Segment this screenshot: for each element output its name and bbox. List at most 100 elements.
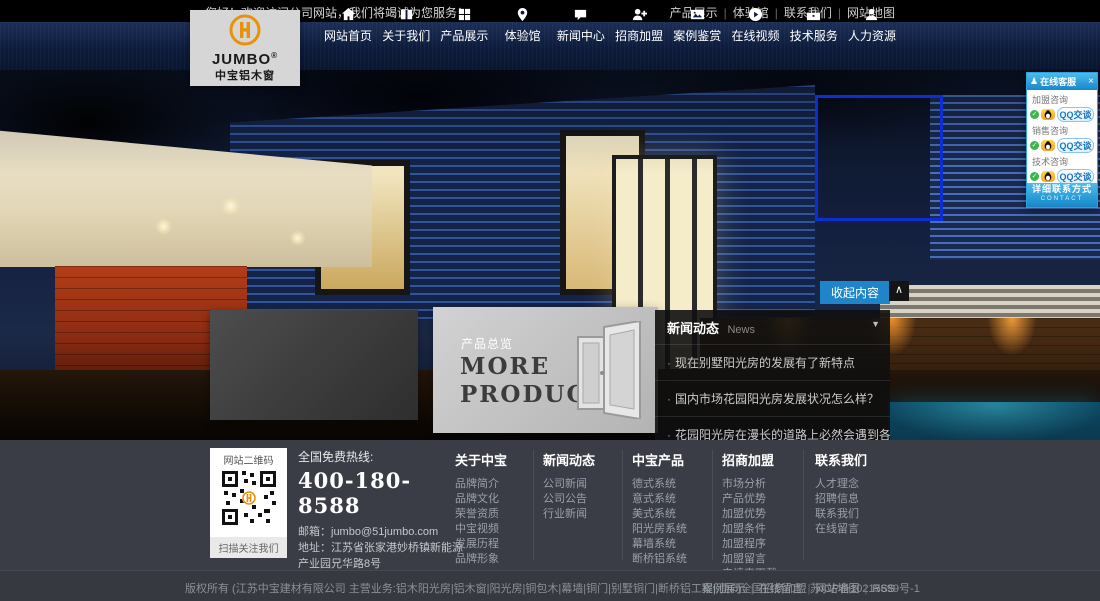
- product-card-tag: 产品总览: [461, 335, 513, 352]
- check-icon: ✓: [1030, 172, 1039, 181]
- check-icon: ✓: [1030, 141, 1039, 150]
- more-products-card[interactable]: 产品总览 MOREPRODUCTS: [433, 307, 658, 433]
- footer-column-products: 中宝产品 德式系统 意式系统 美式系统 阳光房系统 幕墙系统 断桥铝系统: [632, 450, 718, 567]
- footer-link[interactable]: 产品优势: [722, 492, 808, 507]
- footer-link[interactable]: 加盟留言: [722, 552, 808, 567]
- logo[interactable]: JUMBO® 中宝铝木窗: [190, 10, 300, 86]
- nav-item-about[interactable]: 关于我们: [378, 6, 434, 44]
- footer-link[interactable]: 在线留言: [815, 522, 901, 537]
- check-icon: ✓: [1030, 110, 1039, 119]
- qq-chat-row[interactable]: ✓ QQ交谈: [1030, 107, 1094, 122]
- separator: |: [808, 583, 811, 595]
- news-title: 新闻动态: [667, 321, 719, 336]
- footer-column-franchise: 招商加盟 市场分析 产品优势 加盟优势 加盟条件 加盟程序 加盟留言 申请表下载: [722, 450, 808, 582]
- footer-link[interactable]: 加盟程序: [722, 537, 808, 552]
- footer-link[interactable]: 品牌形象: [455, 552, 541, 567]
- footer-column-about: 关于中宝 品牌简介 品牌文化 荣誉资质 中宝视频 发展历程 品牌形象: [455, 450, 541, 567]
- footer-link[interactable]: 人才理念: [815, 477, 901, 492]
- online-service-panel: ♟ 在线客服 × 加盟咨询 ✓ QQ交谈 销售咨询 ✓ QQ交谈 技术咨询 ✓ …: [1026, 72, 1098, 208]
- qq-penguin-icon: [1041, 171, 1055, 182]
- qq-chat-row[interactable]: ✓ QQ交谈: [1030, 169, 1094, 184]
- bottom-link-message[interactable]: 在线留言: [759, 583, 803, 595]
- contact-detail-label: 详细联系方式: [1027, 183, 1097, 196]
- contact-detail-button[interactable]: 详细联系方式 CONTACT: [1027, 183, 1097, 207]
- nav-item-hr[interactable]: 人力资源: [844, 6, 900, 44]
- footer-link[interactable]: 断桥铝系统: [632, 552, 718, 567]
- logo-subtitle: 中宝铝木窗: [215, 67, 275, 83]
- qq-chat-button[interactable]: QQ交谈: [1057, 107, 1094, 122]
- product-promo-box[interactable]: [210, 310, 418, 420]
- footer-link[interactable]: 发展历程: [455, 537, 541, 552]
- bottom-links: 案例展示|在线留言|网站地图|RSS: [702, 580, 895, 596]
- news-item[interactable]: ·花园阳光房在漫长的道路上必然会遇到各种挑战: [655, 416, 890, 440]
- separator: |: [751, 583, 754, 595]
- footer-link[interactable]: 招聘信息: [815, 492, 901, 507]
- footer-link[interactable]: 意式系统: [632, 492, 718, 507]
- contact-detail-sub: CONTACT: [1027, 196, 1097, 203]
- logo-text: JUMBO®: [212, 48, 278, 67]
- nav-item-franchise[interactable]: 招商加盟: [611, 6, 667, 44]
- qr-caption: 扫描关注我们: [210, 537, 287, 558]
- footer-column-title: 新闻动态: [543, 450, 629, 469]
- footer-link[interactable]: 荣誉资质: [455, 507, 541, 522]
- service-group-label: 技术咨询: [1030, 154, 1094, 169]
- footer-link[interactable]: 公司公告: [543, 492, 629, 507]
- nav-item-tech[interactable]: 技术服务: [786, 6, 842, 44]
- close-icon[interactable]: ×: [1088, 77, 1094, 87]
- footer-link[interactable]: 加盟条件: [722, 522, 808, 537]
- bullet: ·: [667, 428, 671, 440]
- footer-link[interactable]: 市场分析: [722, 477, 808, 492]
- book-icon: [399, 6, 414, 22]
- service-body: 加盟咨询 ✓ QQ交谈 销售咨询 ✓ QQ交谈 技术咨询 ✓ QQ交谈: [1027, 90, 1097, 184]
- nav-item-home[interactable]: 网站首页: [320, 6, 376, 44]
- nav-item-experience[interactable]: 体验馆: [495, 6, 551, 44]
- nav-item-products[interactable]: 产品展示: [436, 6, 492, 44]
- news-item[interactable]: ·国内市场花园阳光房发展状况怎么样？: [655, 380, 890, 416]
- qq-chat-row[interactable]: ✓ QQ交谈: [1030, 138, 1094, 153]
- nav-item-video[interactable]: 在线视频: [728, 6, 784, 44]
- footer: 网站二维码 扫描关注我们 全国免费热线: 400-180: [0, 440, 1100, 570]
- bullet: ·: [667, 392, 671, 406]
- nav-item-cases[interactable]: 案例鉴赏: [669, 6, 725, 44]
- nav-label: 新闻中心: [557, 27, 605, 44]
- news-item[interactable]: ·现在别墅阳光房的发展有了新特点: [655, 344, 890, 380]
- footer-link[interactable]: 行业新闻: [543, 507, 629, 522]
- footer-link[interactable]: 公司新闻: [543, 477, 629, 492]
- person-icon: ♟: [1030, 76, 1038, 87]
- service-group-label: 加盟咨询: [1030, 92, 1094, 107]
- footer-column-title: 中宝产品: [632, 450, 718, 469]
- footer-link[interactable]: 中宝视频: [455, 522, 541, 537]
- footer-link[interactable]: 品牌文化: [455, 492, 541, 507]
- collapse-arrow-icon[interactable]: ∧: [889, 281, 909, 301]
- footer-link[interactable]: 幕墙系统: [632, 537, 718, 552]
- footer-link[interactable]: 阳光房系统: [632, 522, 718, 537]
- nav-label: 技术服务: [790, 27, 838, 44]
- play-icon: [748, 6, 763, 22]
- footer-link[interactable]: 加盟优势: [722, 507, 808, 522]
- bottom-bar: 版权所有 (江苏中宝建材有限公司 主营业务:铝木阳光房|铝木窗|阳光房|铜包木|…: [0, 570, 1100, 601]
- footer-column-title: 联系我们: [815, 450, 901, 469]
- bottom-link-cases[interactable]: 案例展示: [702, 583, 746, 595]
- qq-chat-button[interactable]: QQ交谈: [1057, 138, 1094, 153]
- home-icon: [341, 6, 356, 22]
- qq-chat-button[interactable]: QQ交谈: [1057, 169, 1094, 184]
- service-header: ♟ 在线客服 ×: [1027, 73, 1097, 90]
- email-line: 邮箱：jumbo@51jumbo.com: [298, 524, 463, 540]
- footer-link[interactable]: 德式系统: [632, 477, 718, 492]
- news-subtitle: News: [727, 324, 755, 336]
- page: 您好！欢迎访问公司网站，我们将竭诚为您服务！ 产品展示|体验馆|联系我们|网站地…: [0, 0, 1100, 601]
- footer-column-contact: 联系我们 人才理念 招聘信息 联系我们 在线留言: [815, 450, 901, 537]
- news-collapse-icon[interactable]: ▼: [871, 319, 880, 329]
- footer-link[interactable]: 联系我们: [815, 507, 901, 522]
- location-pin-icon: [515, 6, 530, 22]
- qr-code-image: [220, 469, 278, 527]
- bottom-link-rss[interactable]: RSS: [872, 583, 895, 595]
- footer-link[interactable]: 美式系统: [632, 507, 718, 522]
- footer-link[interactable]: 品牌简介: [455, 477, 541, 492]
- bottom-link-sitemap[interactable]: 网站地图: [816, 583, 860, 595]
- news-panel: 新闻动态 News ▼ ·现在别墅阳光房的发展有了新特点 ·国内市场花园阳光房发…: [655, 310, 890, 440]
- nav-label: 体验馆: [505, 27, 541, 44]
- collapse-content-button[interactable]: 收起内容: [820, 281, 890, 304]
- nav-item-news[interactable]: 新闻中心: [553, 6, 609, 44]
- nav-label: 招商加盟: [615, 27, 663, 44]
